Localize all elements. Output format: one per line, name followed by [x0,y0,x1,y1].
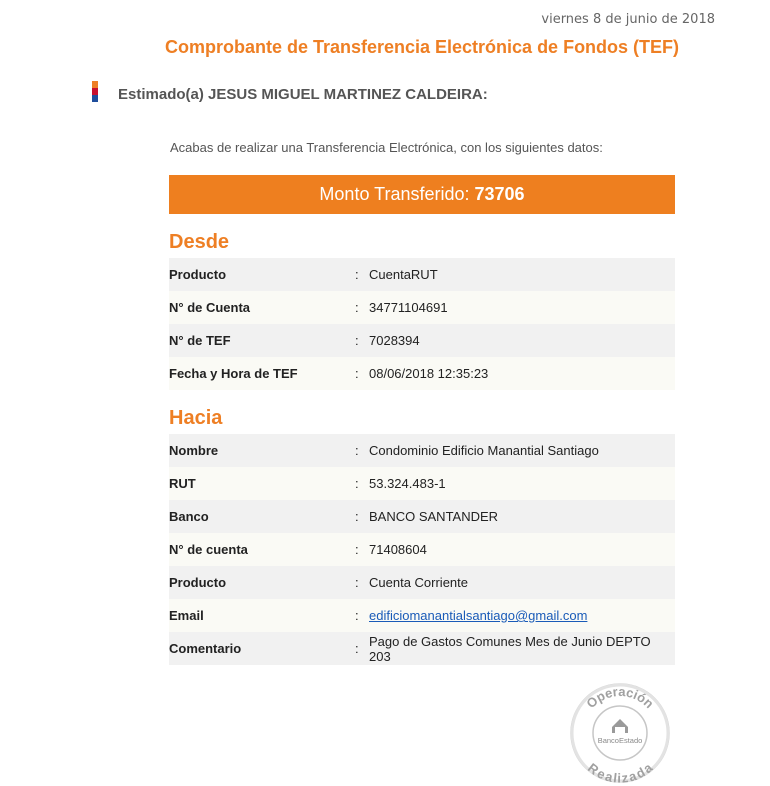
section-heading-desde: Desde [169,231,230,253]
table-row: Fecha y Hora de TEF : 08/06/2018 12:35:2… [169,357,675,390]
row-separator: : [355,599,369,632]
row-value: BANCO SANTANDER [369,500,675,533]
row-separator: : [355,566,369,599]
row-value: 08/06/2018 12:35:23 [369,357,675,390]
row-value: 71408604 [369,533,675,566]
bank-flag-icon [92,81,98,102]
intro-text: Acabas de realizar una Transferencia Ele… [170,140,603,155]
row-label: Producto [169,566,355,599]
table-row: N° de TEF : 7028394 [169,324,675,357]
row-label: N° de Cuenta [169,291,355,324]
document-date: viernes 8 de junio de 2018 [541,12,715,27]
table-row: Producto : CuentaRUT [169,258,675,291]
row-label: N° de cuenta [169,533,355,566]
email-link[interactable]: edificiomanantialsantiago@gmail.com [369,608,587,623]
amount-value: 73706 [474,184,525,204]
table-row: Comentario : Pago de Gastos Comunes Mes … [169,632,675,665]
row-value: 34771104691 [369,291,675,324]
document-title: Comprobante de Transferencia Electrónica… [164,37,680,57]
table-row: N° de cuenta : 71408604 [169,533,675,566]
row-separator: : [355,258,369,291]
greeting: Estimado(a) JESUS MIGUEL MARTINEZ CALDEI… [118,86,488,103]
row-separator: : [355,357,369,390]
row-value: edificiomanantialsantiago@gmail.com [369,599,675,632]
row-separator: : [355,632,369,665]
row-value: 53.324.483-1 [369,467,675,500]
stamp-brand-text: BancoEstado [598,736,643,745]
row-label: Producto [169,258,355,291]
row-label: RUT [169,467,355,500]
table-row: Banco : BANCO SANTANDER [169,500,675,533]
row-separator: : [355,324,369,357]
row-label: Email [169,599,355,632]
row-separator: : [355,467,369,500]
table-row: Email : edificiomanantialsantiago@gmail.… [169,599,675,632]
row-label: N° de TEF [169,324,355,357]
row-label: Nombre [169,434,355,467]
section-heading-hacia: Hacia [169,407,223,429]
row-separator: : [355,533,369,566]
row-label: Banco [169,500,355,533]
row-separator: : [355,434,369,467]
row-value: Condominio Edificio Manantial Santiago [369,434,675,467]
table-row: Nombre : Condominio Edificio Manantial S… [169,434,675,467]
row-separator: : [355,291,369,324]
desde-table: Producto : CuentaRUT N° de Cuenta : 3477… [169,258,675,390]
amount-label: Monto Transferido: [319,184,470,204]
row-value: 7028394 [369,324,675,357]
row-label: Comentario [169,632,355,665]
table-row: N° de Cuenta : 34771104691 [169,291,675,324]
table-row: Producto : Cuenta Corriente [169,566,675,599]
row-separator: : [355,500,369,533]
table-row: RUT : 53.324.483-1 [169,467,675,500]
row-value: Pago de Gastos Comunes Mes de Junio DEPT… [369,632,675,665]
row-value: Cuenta Corriente [369,566,675,599]
row-label: Fecha y Hora de TEF [169,357,355,390]
operation-completed-stamp: Operación Realizada BancoEstado [570,683,670,783]
amount-banner: Monto Transferido: 73706 [169,175,675,214]
row-value: CuentaRUT [369,258,675,291]
hacia-table: Nombre : Condominio Edificio Manantial S… [169,434,675,665]
